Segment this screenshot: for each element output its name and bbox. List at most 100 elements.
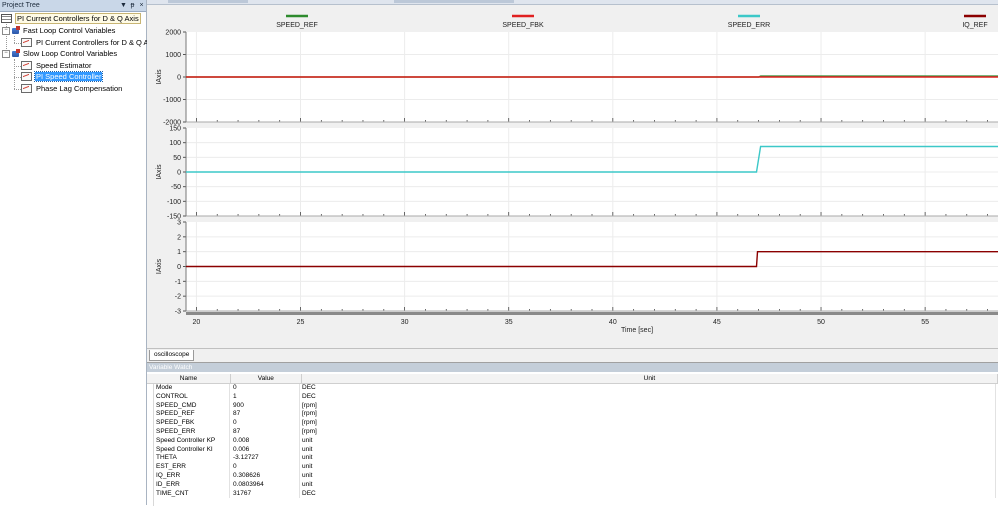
project-icon <box>1 14 12 23</box>
tree-item-pi-current-controllers[interactable]: PI Current Controllers for D & Q Axis <box>21 37 159 48</box>
x-tick-label: 35 <box>505 319 513 326</box>
cell-value[interactable]: 87 <box>230 427 300 437</box>
cell-value[interactable]: 31767 <box>230 489 300 499</box>
cell-value[interactable]: 0 <box>230 463 300 472</box>
tree-item-label: Speed Estimator <box>36 61 92 70</box>
oscilloscope-view[interactable]: SPEED_REF SPEED_FBK SPEED_ERR IQ_REF 2000 100… <box>147 5 998 348</box>
cell-name: Mode <box>147 384 230 393</box>
legend-label: SPEED_ERR <box>728 22 770 29</box>
cell-unit: [rpm] <box>300 419 996 428</box>
tree-item-label: PI Speed Controller <box>33 71 104 82</box>
tab-stub[interactable] <box>394 0 514 3</box>
tree-item-label: PI Current Controllers for D & Q Axis <box>36 38 158 47</box>
cell-unit: unit <box>300 480 996 490</box>
tree-item-speed-estimator[interactable]: Speed Estimator <box>21 60 92 71</box>
cell-value[interactable]: 0.008 <box>230 436 300 446</box>
tree-root[interactable]: PI Current Controllers for D & Q Axis <box>1 13 141 24</box>
table-row[interactable]: SPEED_FBK 0 [rpm] <box>147 419 998 428</box>
x-tick-label: 45 <box>713 319 721 326</box>
pin-icon[interactable]: ᵽ <box>128 2 137 9</box>
y-tick-label: 3 <box>177 220 181 227</box>
tree-group-label: Slow Loop Control Variables <box>23 49 118 58</box>
cell-unit: DEC <box>300 392 996 402</box>
table-row[interactable]: TIME_CNT 31767 DEC <box>147 489 998 499</box>
table-row[interactable]: Mode 0 DEC <box>147 384 998 393</box>
dropdown-icon[interactable]: ▼ <box>119 2 128 9</box>
cell-unit: unit <box>300 471 996 481</box>
x-tick-label: 20 <box>193 319 201 326</box>
y-tick-label: -50 <box>171 184 181 191</box>
y-axis-label: IAxis <box>156 258 163 274</box>
cell-name: IQ_ERR <box>147 471 230 481</box>
header-unit[interactable]: Unit <box>302 374 998 383</box>
tree-item-phase-lag-compensation[interactable]: Phase Lag Compensation <box>21 83 123 94</box>
y-axis-label: IAxis <box>156 69 163 85</box>
cell-value[interactable]: 0.308626 <box>230 471 300 481</box>
y-tick-label: -1 <box>175 279 181 286</box>
table-row[interactable]: SPEED_CMD 900 [rpm] <box>147 401 998 411</box>
tree-connector <box>14 59 15 89</box>
cell-value[interactable]: 0 <box>230 419 300 428</box>
header-name[interactable]: Name <box>147 374 231 383</box>
y-tick-label: 1 <box>177 249 181 256</box>
y-tick-label: 50 <box>173 155 181 162</box>
x-axis-band <box>186 312 998 315</box>
y-tick-label: 2 <box>177 234 181 241</box>
table-row[interactable]: SPEED_ERR 87 [rpm] <box>147 427 998 437</box>
cell-unit: unit <box>300 445 996 455</box>
watch-header-row: Name Value Unit <box>147 374 998 384</box>
tree-group-slow-loop[interactable]: − Slow Loop Control Variables <box>2 48 118 59</box>
scope-icon <box>21 38 32 47</box>
cell-name: ID_ERR <box>147 480 230 490</box>
header-value[interactable]: Value <box>231 374 302 383</box>
collapse-icon[interactable]: − <box>2 49 10 58</box>
cell-name: Speed Controller KP <box>147 436 230 446</box>
tree-connector <box>14 77 21 78</box>
y-tick-label: 0 <box>177 170 181 177</box>
table-row[interactable]: THETA -3.12727 unit <box>147 454 998 464</box>
watch-rows: Mode 0 DEC CONTROL 1 DEC SPEED_CMD 900 [rpm] S… <box>147 384 998 499</box>
project-tree-panel: Project Tree ▼ ᵽ × PI Current Controller… <box>0 0 158 505</box>
x-tick-label: 30 <box>401 319 409 326</box>
legend-label: SPEED_REF <box>276 22 318 29</box>
table-row[interactable]: ID_ERR 0.0803964 unit <box>147 480 998 490</box>
collapse-icon[interactable]: − <box>2 26 10 35</box>
scope-icon <box>21 84 32 93</box>
cell-value[interactable]: 900 <box>230 401 300 411</box>
tree-group-fast-loop[interactable]: − Fast Loop Control Variables <box>2 25 116 36</box>
close-icon[interactable]: × <box>137 2 146 9</box>
oscilloscope-chart[interactable]: SPEED_REF SPEED_FBK SPEED_ERR IQ_REF2000100… <box>147 5 998 348</box>
table-row[interactable]: Speed Controller KI 0.006 unit <box>147 445 998 455</box>
table-row[interactable]: CONTROL 1 DEC <box>147 392 998 402</box>
x-tick-label: 55 <box>921 319 929 326</box>
cell-unit: unit <box>300 463 996 472</box>
x-tick-label: 50 <box>817 319 825 326</box>
cell-value[interactable]: 0 <box>230 384 300 393</box>
project-tree-titlebar: Project Tree ▼ ᵽ × <box>0 0 146 12</box>
folder-icon <box>12 48 20 57</box>
y-axis-label: IAxis <box>156 164 163 180</box>
tree-connector <box>14 43 21 44</box>
variable-watch-panel: Variable Watch Name Value Unit Mode 0 DEC … <box>147 362 998 506</box>
cell-name: SPEED_ERR <box>147 427 230 437</box>
table-row[interactable]: Speed Controller KP 0.008 unit <box>147 436 998 446</box>
table-row[interactable]: SPEED_REF 87 [rpm] <box>147 410 998 420</box>
cell-value[interactable]: 1 <box>230 392 300 402</box>
tab-oscilloscope[interactable]: oscilloscope <box>149 350 195 361</box>
cell-value[interactable]: 0.006 <box>230 445 300 455</box>
cell-name: EST_ERR <box>147 463 230 472</box>
cell-name: SPEED_CMD <box>147 401 230 411</box>
y-tick-label: 0 <box>177 75 181 82</box>
y-tick-label: -100 <box>167 199 181 206</box>
cell-name: SPEED_REF <box>147 410 230 420</box>
cell-value[interactable]: -3.12727 <box>230 454 300 464</box>
tree-item-pi-speed-controller[interactable]: PI Speed Controller <box>21 71 104 82</box>
cell-value[interactable]: 87 <box>230 410 300 420</box>
tree-connector <box>14 66 21 67</box>
cell-unit: [rpm] <box>300 427 996 437</box>
tab-stub[interactable] <box>168 0 248 3</box>
table-row[interactable]: IQ_ERR 0.308626 unit <box>147 471 998 481</box>
legend-label: SPEED_FBK <box>502 22 544 29</box>
cell-value[interactable]: 0.0803964 <box>230 480 300 490</box>
table-row[interactable]: EST_ERR 0 unit <box>147 463 998 472</box>
